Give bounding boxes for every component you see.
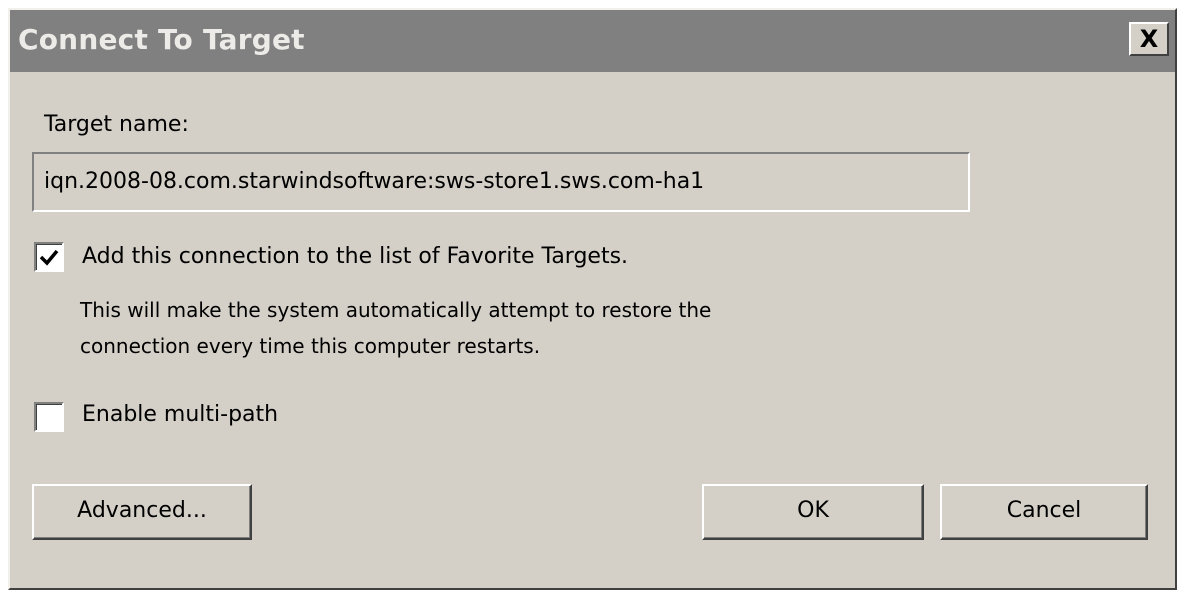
dialog-title: Connect To Target [18,23,305,56]
check-icon [39,249,59,266]
multipath-label[interactable]: Enable multi-path [82,400,278,430]
close-icon: X [1139,25,1159,53]
favorite-targets-label[interactable]: Add this connection to the list of Favor… [82,242,628,272]
multipath-checkbox[interactable] [34,402,64,432]
close-button[interactable]: X [1129,22,1169,56]
cancel-button[interactable]: Cancel [940,484,1148,540]
ok-button[interactable]: OK [702,484,924,540]
target-name-label: Target name: [44,112,189,137]
connect-to-target-dialog: Connect To Target X Target name: iqn.200… [8,8,1177,590]
favorite-targets-description: This will make the system automatically … [80,298,712,358]
favorite-targets-checkbox[interactable] [34,242,64,272]
title-bar[interactable]: Connect To Target X [10,10,1175,72]
advanced-button[interactable]: Advanced... [32,484,252,540]
target-name-field[interactable]: iqn.2008-08.com.starwindsoftware:sws-sto… [32,152,970,212]
